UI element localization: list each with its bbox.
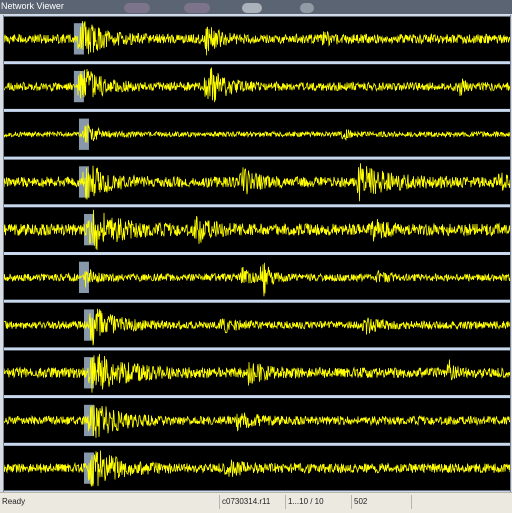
taskbar-icon bbox=[124, 3, 150, 13]
channel-3[interactable] bbox=[4, 111, 510, 157]
status-range: 1...10 / 10 bbox=[285, 495, 351, 509]
window-title: Network Viewer bbox=[1, 1, 64, 11]
channel-4[interactable] bbox=[4, 159, 510, 205]
channel-background bbox=[4, 398, 510, 443]
status-bar: Ready c0730314.r11 1...10 / 10 502 bbox=[0, 492, 512, 513]
taskbar-icon bbox=[184, 3, 210, 13]
status-empty bbox=[411, 495, 512, 509]
channel-6[interactable] bbox=[4, 255, 510, 300]
status-text: Ready bbox=[2, 497, 26, 506]
seismogram-traces[interactable] bbox=[4, 15, 510, 492]
channel-10[interactable] bbox=[4, 445, 510, 491]
channel-1[interactable] bbox=[4, 16, 510, 62]
channel-2[interactable] bbox=[4, 64, 510, 109]
title-bar: Network Viewer bbox=[0, 0, 512, 14]
channel-9[interactable] bbox=[4, 398, 510, 443]
trace-viewer[interactable] bbox=[3, 15, 511, 492]
channel-5[interactable] bbox=[4, 207, 510, 252]
taskbar-icon bbox=[300, 3, 314, 13]
status-file: c0730314.r11 bbox=[219, 495, 285, 509]
channel-8[interactable] bbox=[4, 350, 510, 396]
status-count: 502 bbox=[351, 495, 411, 509]
channel-7[interactable] bbox=[4, 302, 510, 348]
taskbar-icon bbox=[242, 3, 262, 13]
